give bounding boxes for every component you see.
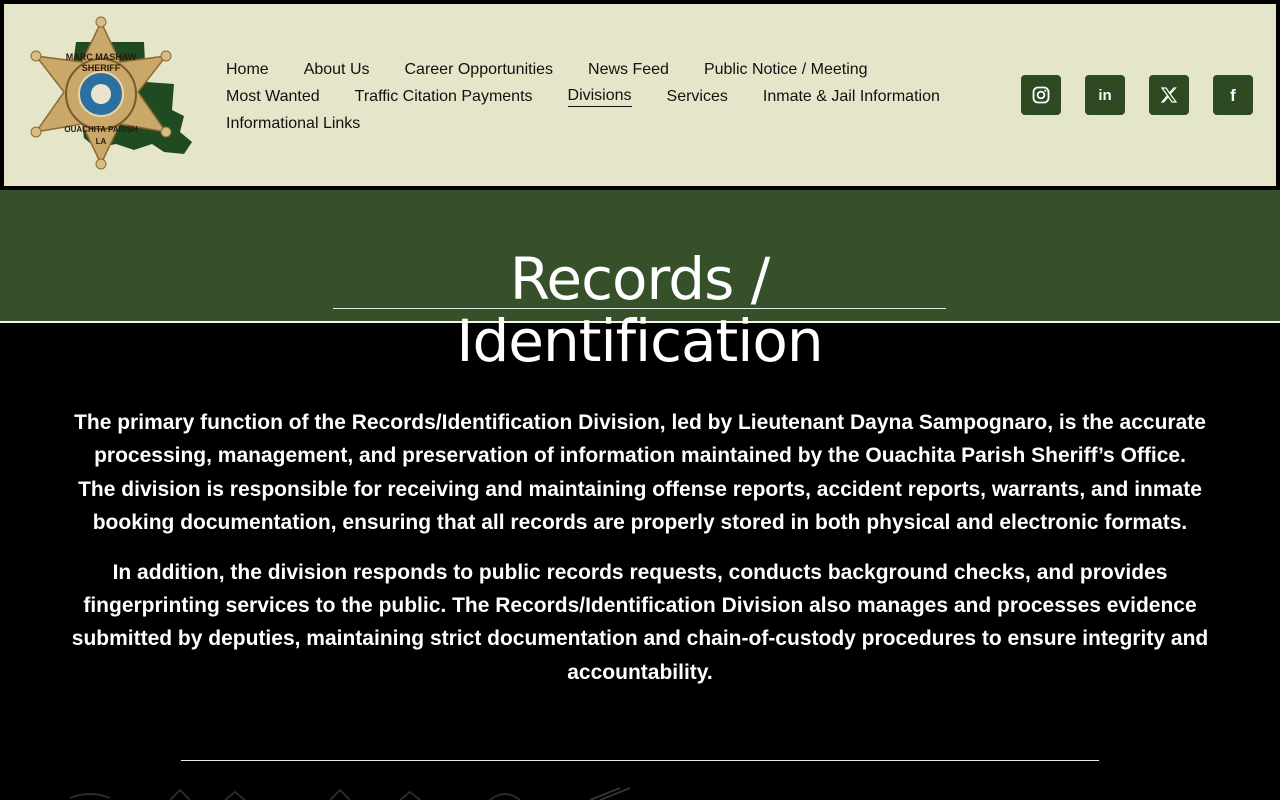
nav-row-2: Most Wanted Traffic Citation Payments Di… (226, 83, 986, 110)
nav-news-feed[interactable]: News Feed (588, 60, 669, 80)
x-button[interactable] (1149, 75, 1189, 115)
description-paragraph-2: The division is responsible for receivin… (78, 477, 1202, 535)
site-header: MARC MASHAW SHERIFF OUACHITA PARISH LA H… (0, 0, 1280, 190)
linkedin-button[interactable]: in (1085, 75, 1125, 115)
nav-informational-links[interactable]: Informational Links (226, 114, 360, 134)
decorative-footer-artwork (69, 787, 631, 800)
content-divider (181, 760, 1099, 761)
division-description: The primary function of the Records/Iden… (60, 406, 1220, 689)
description-paragraph-3: In addition, the division responds to pu… (71, 560, 1209, 684)
nav-career-opportunities[interactable]: Career Opportunities (405, 60, 554, 80)
logo-text-sheriff: SHERIFF (82, 63, 121, 73)
page-title: Records / Identification (333, 248, 946, 372)
main-nav: Home About Us Career Opportunities News … (226, 56, 986, 137)
logo-text-top: MARC MASHAW (66, 52, 137, 62)
nav-inmate-jail-information[interactable]: Inmate & Jail Information (763, 87, 940, 107)
nav-divisions[interactable]: Divisions (567, 86, 632, 107)
facebook-icon: f (1230, 86, 1236, 104)
description-paragraph-1: The primary function of the Records/Iden… (74, 411, 1206, 468)
linkedin-icon: in (1098, 87, 1111, 104)
nav-row-3: Informational Links (226, 110, 986, 137)
nav-about-us[interactable]: About Us (304, 60, 370, 80)
nav-traffic-citation-payments[interactable]: Traffic Citation Payments (355, 87, 533, 107)
x-icon (1160, 87, 1178, 103)
social-links: in f (1021, 75, 1253, 115)
sheriff-star-badge-icon: MARC MASHAW SHERIFF OUACHITA PARISH LA (30, 16, 192, 170)
nav-services[interactable]: Services (667, 87, 728, 107)
logo-text-state: LA (96, 137, 107, 146)
svg-text:f: f (1230, 86, 1236, 104)
sheriff-logo[interactable]: MARC MASHAW SHERIFF OUACHITA PARISH LA (24, 12, 194, 180)
nav-home[interactable]: Home (226, 60, 269, 80)
nav-public-notice[interactable]: Public Notice / Meeting (704, 60, 868, 80)
instagram-button[interactable] (1021, 75, 1061, 115)
facebook-button[interactable]: f (1213, 75, 1253, 115)
svg-text:in: in (1098, 87, 1111, 104)
instagram-icon (1032, 86, 1050, 104)
logo-text-parish: OUACHITA PARISH (64, 125, 137, 134)
nav-row-1: Home About Us Career Opportunities News … (226, 56, 986, 83)
header-inner: MARC MASHAW SHERIFF OUACHITA PARISH LA H… (4, 4, 1276, 186)
nav-most-wanted[interactable]: Most Wanted (226, 87, 320, 107)
